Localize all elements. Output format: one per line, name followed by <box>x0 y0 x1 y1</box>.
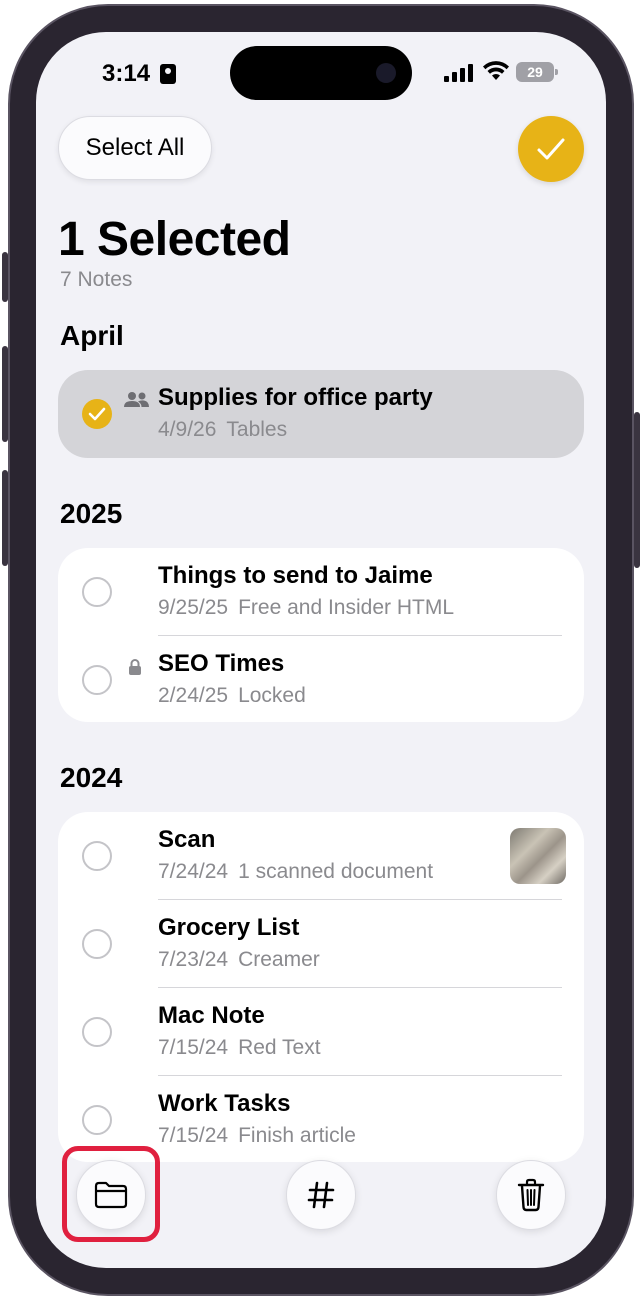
note-meta: 9/25/25 Free and Insider HTML <box>158 596 454 620</box>
tag-button[interactable] <box>286 1160 356 1230</box>
note-title: Work Tasks <box>158 1090 291 1117</box>
note-date: 2/24/25 <box>158 684 229 707</box>
note-meta: 7/15/24 Red Text <box>158 1036 321 1060</box>
notes-group-april: Supplies for office party 4/9/26 Tables <box>58 370 584 458</box>
note-date: 4/9/26 <box>158 418 217 441</box>
note-title: SEO Times <box>158 650 285 677</box>
battery-icon: 29 <box>516 62 558 82</box>
delete-button[interactable] <box>496 1160 566 1230</box>
shared-people-icon <box>124 392 149 407</box>
note-row[interactable]: Scan 7/24/24 1 scanned document <box>58 812 584 900</box>
note-date: 7/23/24 <box>158 948 229 971</box>
notes-group-2025: Things to send to Jaime 9/25/25 Free and … <box>58 548 584 722</box>
note-date: 9/25/25 <box>158 596 229 619</box>
checkmark-icon <box>537 138 565 160</box>
trash-icon <box>517 1178 545 1212</box>
note-title: Mac Note <box>158 1002 265 1029</box>
note-date: 7/15/24 <box>158 1036 229 1059</box>
note-title: Supplies for office party <box>158 384 433 411</box>
note-title: Scan <box>158 826 216 853</box>
note-title: Things to send to Jaime <box>158 562 433 589</box>
section-title-2025: 2025 <box>60 498 123 529</box>
scan-thumbnail <box>510 828 566 884</box>
contact-card-icon <box>160 64 176 84</box>
screen: 3:14 29 Select All 1 Selected 7 Notes Ap… <box>36 32 606 1268</box>
note-date: 7/15/24 <box>158 1124 229 1147</box>
select-all-button[interactable]: Select All <box>58 116 212 180</box>
note-preview: Finish article <box>238 1124 356 1147</box>
note-preview: 1 scanned document <box>238 860 434 883</box>
page-title: 1 Selected <box>58 213 291 266</box>
note-preview: Free and Insider HTML <box>238 596 454 619</box>
wifi-icon <box>483 61 509 80</box>
selection-circle[interactable] <box>82 841 112 871</box>
note-row[interactable]: Supplies for office party 4/9/26 Tables <box>58 370 584 458</box>
note-preview: Creamer <box>238 948 320 971</box>
lock-icon <box>129 659 141 675</box>
note-row[interactable]: Grocery List 7/23/24 Creamer <box>58 900 584 988</box>
section-title-april: April <box>60 320 124 351</box>
note-row[interactable]: Mac Note 7/15/24 Red Text <box>58 988 584 1076</box>
done-checkmark-button[interactable] <box>518 116 584 182</box>
note-preview: Red Text <box>238 1036 321 1059</box>
notes-count: 7 Notes <box>60 268 133 291</box>
note-meta: 4/9/26 Tables <box>158 418 287 442</box>
note-meta: 7/23/24 Creamer <box>158 948 320 972</box>
selection-circle[interactable] <box>82 1017 112 1047</box>
note-title: Grocery List <box>158 914 300 941</box>
selected-check-icon[interactable] <box>82 399 112 429</box>
selection-circle[interactable] <box>82 1105 112 1135</box>
cellular-signal-icon <box>444 64 474 82</box>
status-bar: 3:14 29 <box>36 32 606 112</box>
volume-up-button <box>2 346 8 442</box>
note-meta: 7/15/24 Finish article <box>158 1124 356 1148</box>
note-row[interactable]: SEO Times 2/24/25 Locked <box>58 636 584 722</box>
action-button <box>2 252 8 302</box>
note-row[interactable]: Things to send to Jaime 9/25/25 Free and … <box>58 548 584 636</box>
note-meta: 7/24/24 1 scanned document <box>158 860 433 884</box>
hashtag-icon <box>307 1181 335 1209</box>
note-meta: 2/24/25 Locked <box>158 684 306 708</box>
power-button <box>634 412 640 568</box>
section-title-2024: 2024 <box>60 762 123 793</box>
note-preview: Locked <box>238 684 306 707</box>
status-time: 3:14 <box>102 60 151 87</box>
notes-group-2024: Scan 7/24/24 1 scanned document Grocery L… <box>58 812 584 1162</box>
highlight-annotation <box>62 1146 160 1242</box>
selection-circle[interactable] <box>82 665 112 695</box>
dynamic-island <box>230 46 412 100</box>
volume-down-button <box>2 470 8 566</box>
note-date: 7/24/24 <box>158 860 229 883</box>
selection-circle[interactable] <box>82 929 112 959</box>
selection-circle[interactable] <box>82 577 112 607</box>
note-preview: Tables <box>226 418 288 441</box>
